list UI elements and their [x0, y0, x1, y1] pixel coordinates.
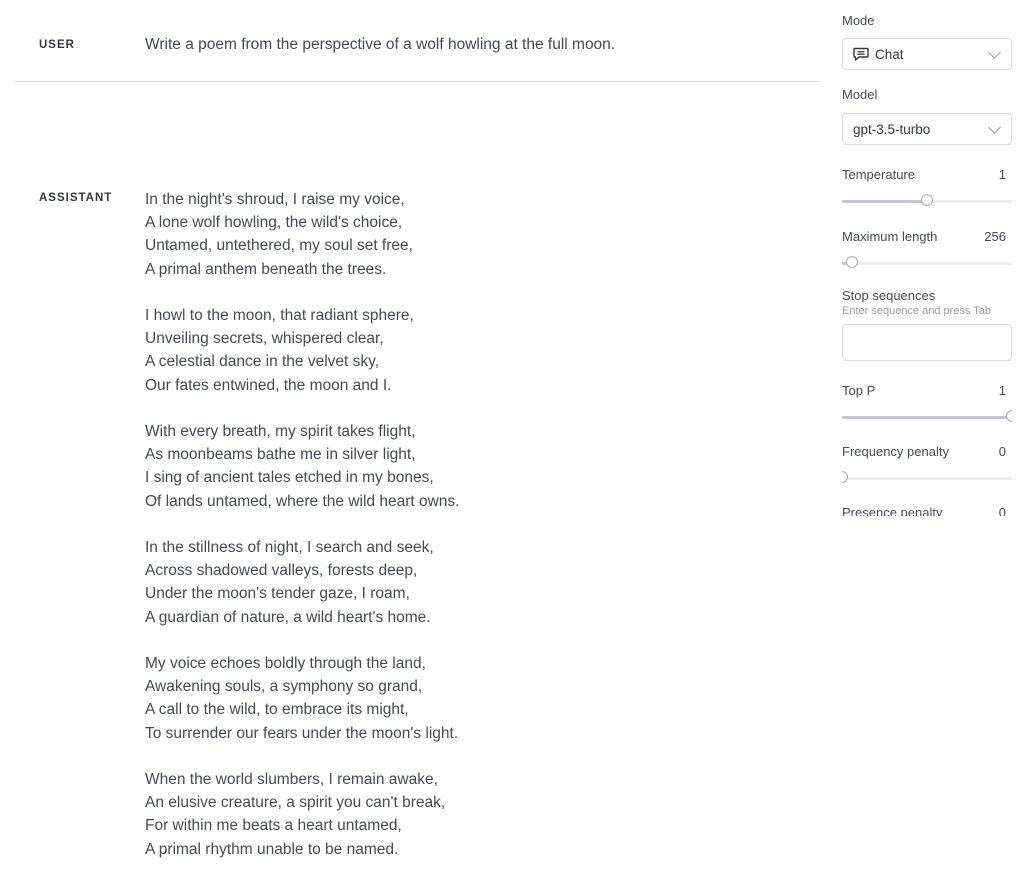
poem-line: With every breath, my spirit takes fligh… [145, 423, 416, 440]
poem-line: Of lands untamed, where the wild heart o… [145, 492, 460, 510]
poem-line: Under the moon's tender gaze, I roam, [145, 585, 410, 603]
mode-select[interactable]: Chat [842, 38, 1012, 70]
stop-sequences-hint: Enter sequence and press Tab [842, 305, 992, 317]
poem-line: A celestial dance in the velvet sky, [145, 353, 380, 371]
assistant-role-label[interactable]: ASSISTANT [39, 192, 112, 204]
frequency-penalty-value[interactable]: 0 [999, 444, 1006, 459]
presence-penalty-label: Presence penalty [842, 505, 943, 516]
poem-stanza: I howl to the moon, that radiant sphere,… [145, 304, 459, 397]
slider-fill [842, 416, 1012, 419]
user-role-label[interactable]: USER [39, 39, 75, 51]
poem-line: My voice echoes boldly through the land, [145, 655, 426, 672]
assistant-message-text[interactable]: In the night's shroud, I raise my voice,… [145, 188, 459, 884]
presence-penalty-value[interactable]: 0 [999, 505, 1006, 516]
poem-line: Across shadowed valleys, forests deep, [145, 562, 418, 580]
poem-line: I sing of ancient tales etched in my bon… [145, 469, 434, 487]
max-length-slider[interactable] [842, 255, 1012, 271]
poem-line: A lone wolf howling, the wild's choice, [145, 214, 403, 232]
poem-line: To surrender our fears under the moon's … [145, 724, 459, 742]
slider-track [842, 262, 1012, 265]
poem-line: A primal anthem beneath the trees. [145, 260, 387, 278]
slider-thumb[interactable] [1006, 410, 1012, 422]
model-select[interactable]: gpt-3.5-turbo [842, 113, 1012, 145]
poem-line: In the stillness of night, I search and … [145, 539, 434, 556]
poem-stanza: My voice echoes boldly through the land,… [145, 652, 459, 745]
chat-panel: USER Write a poem from the perspective o… [0, 0, 820, 858]
top-p-slider[interactable] [842, 409, 1012, 425]
poem-line: Awakening souls, a symphony so grand, [145, 678, 423, 696]
mode-label-text: Mode [842, 13, 875, 28]
chevron-down-icon [988, 46, 1001, 59]
poem-line: A call to the wild, to embrace its might… [145, 701, 409, 719]
chevron-down-icon [988, 121, 1001, 134]
model-select-value: gpt-3.5-turbo [853, 121, 931, 137]
frequency-penalty-label: Frequency penalty [842, 444, 949, 459]
slider-thumb[interactable] [921, 194, 933, 206]
stop-sequences-input[interactable] [842, 324, 1012, 361]
mode-label: Mode [842, 13, 1012, 28]
poem-line: Our fates entwined, the moon and I. [145, 376, 392, 394]
slider-track [842, 477, 1012, 480]
poem-line: As moonbeams bathe me in silver light, [145, 446, 416, 464]
temperature-label: Temperature [842, 167, 915, 182]
poem-line: For within me beats a heart untamed, [145, 817, 402, 835]
temperature-value[interactable]: 1 [999, 167, 1006, 182]
poem-stanza: With every breath, my spirit takes fligh… [145, 420, 459, 513]
temperature-slider[interactable] [842, 193, 1012, 209]
slider-thumb[interactable] [842, 471, 848, 483]
poem-stanza: In the stillness of night, I search and … [145, 536, 459, 629]
model-label: Model [842, 87, 878, 102]
poem-line: A primal rhythm unable to be named. [145, 840, 399, 858]
mode-select-value: Chat [875, 46, 904, 62]
top-p-value[interactable]: 1 [999, 383, 1006, 398]
max-length-label: Maximum length [842, 229, 938, 244]
slider-fill [842, 200, 927, 203]
poem-stanza: In the night's shroud, I raise my voice,… [145, 188, 459, 281]
poem-line: Unveiling secrets, whispered clear, [145, 330, 384, 348]
stop-sequences-label: Stop sequences [842, 288, 936, 303]
poem-line: In the night's shroud, I raise my voice, [145, 191, 405, 208]
poem-line: Untamed, untethered, my soul set free, [145, 237, 413, 255]
poem-line: A guardian of nature, a wild heart's hom… [145, 608, 431, 626]
user-message-text[interactable]: Write a poem from the perspective of a w… [145, 36, 615, 54]
poem-stanza: When the world slumbers, I remain awake,… [145, 768, 459, 861]
max-length-value[interactable]: 256 [984, 229, 1006, 244]
top-p-label: Top P [842, 383, 876, 398]
slider-thumb[interactable] [846, 256, 859, 268]
poem-line: An elusive creature, a spirit you can't … [145, 794, 446, 812]
poem-line: I howl to the moon, that radiant sphere, [145, 307, 414, 324]
settings-sidebar: Mode Chat Model gpt-3.5-turbo Temperatur… [842, 0, 1012, 516]
chat-bubble-icon [853, 47, 869, 61]
user-message[interactable]: USER Write a poem from the perspective o… [14, 0, 820, 82]
frequency-penalty-slider[interactable] [842, 470, 1012, 486]
